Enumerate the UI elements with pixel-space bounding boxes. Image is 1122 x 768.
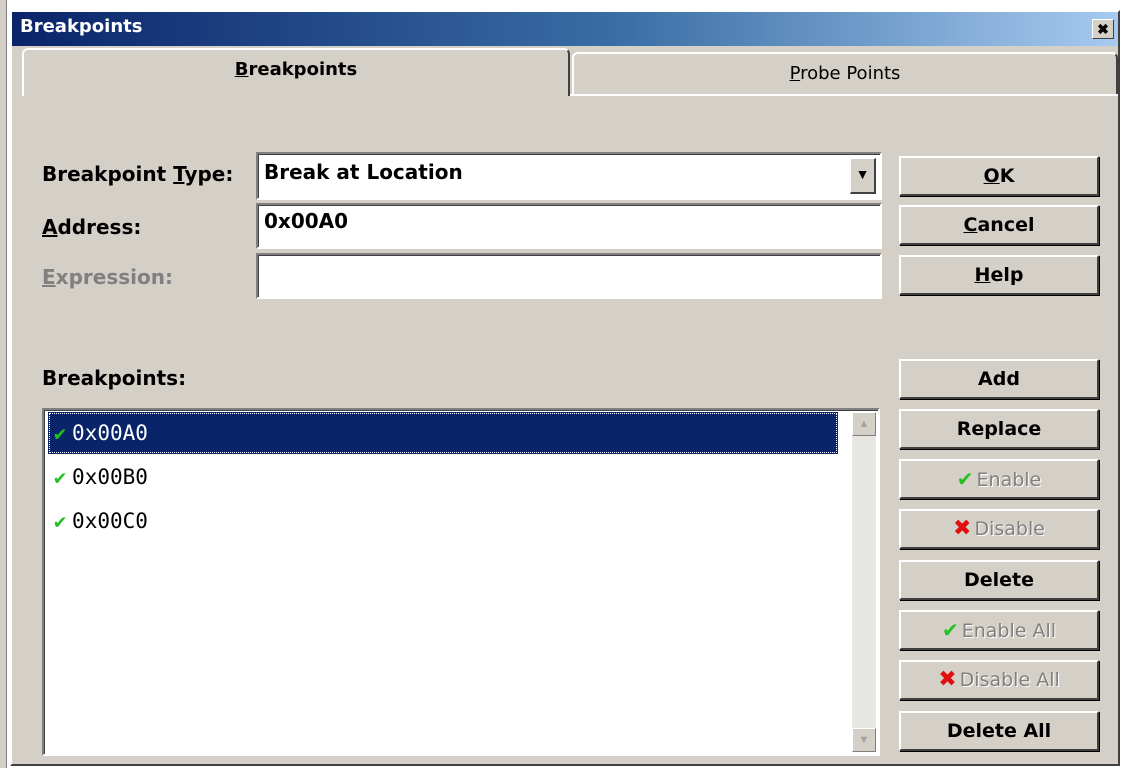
address-label-access: A xyxy=(42,215,58,239)
left-window-edge xyxy=(0,0,7,768)
breakpoint-type-label-pre: Breakpoint xyxy=(42,162,174,186)
list-item[interactable]: ✔ 0x00A0 xyxy=(48,412,838,454)
scroll-up-button[interactable]: ▲ xyxy=(852,412,876,436)
expression-label: Expression: xyxy=(42,265,173,289)
tab-probe-points-access-key: P xyxy=(789,63,801,84)
replace-button[interactable]: Replace xyxy=(899,409,1099,449)
scroll-down-icon: ▼ xyxy=(858,734,870,746)
address-input[interactable]: 0x00A0 xyxy=(256,203,882,249)
tab-breakpoints[interactable]: Breakpoints xyxy=(22,48,570,96)
cross-icon: ✖ xyxy=(938,667,957,692)
address-value: 0x00A0 xyxy=(264,209,349,233)
expression-label-access: E xyxy=(42,265,56,289)
cancel-button[interactable]: Cancel xyxy=(899,205,1099,245)
enable-button-label: Enable xyxy=(976,469,1042,491)
vertical-scrollbar[interactable]: ▲ ▼ xyxy=(852,412,876,752)
cancel-button-access-key: C xyxy=(963,214,978,236)
list-item[interactable]: ✔ 0x00C0 xyxy=(48,500,838,542)
check-icon: ✔ xyxy=(941,618,959,642)
ok-button-access-key: O xyxy=(983,165,1000,187)
address-label: Address: xyxy=(42,215,141,239)
list-item[interactable]: ✔ 0x00B0 xyxy=(48,456,838,498)
tab-probe-points-label: robe Points xyxy=(800,63,901,84)
enable-all-button-label: Enable All xyxy=(961,620,1057,642)
breakpoint-type-value: Break at Location xyxy=(264,160,463,184)
tab-probe-points[interactable]: Probe Points xyxy=(572,52,1118,96)
add-button[interactable]: Add xyxy=(899,359,1099,399)
chevron-down-icon: ▼ xyxy=(855,166,870,182)
breakpoint-address: 0x00C0 xyxy=(72,509,148,533)
breakpoint-type-select[interactable]: Break at Location ▼ xyxy=(256,152,882,200)
disable-all-button[interactable]: ✖ Disable All xyxy=(899,660,1099,700)
enable-all-button[interactable]: ✔ Enable All xyxy=(899,610,1099,650)
help-button-label: elp xyxy=(990,264,1024,286)
close-icon: ✖ xyxy=(1097,21,1109,37)
delete-all-button[interactable]: Delete All xyxy=(899,711,1099,751)
close-button[interactable]: ✖ xyxy=(1092,19,1114,39)
expression-input[interactable] xyxy=(256,253,882,299)
check-icon: ✔ xyxy=(54,421,67,445)
help-button-access-key: H xyxy=(974,264,991,286)
window-title: Breakpoints xyxy=(20,16,143,37)
disable-button[interactable]: ✖ Disable xyxy=(899,509,1099,549)
help-button[interactable]: Help xyxy=(899,255,1099,295)
ok-button[interactable]: OK xyxy=(899,156,1099,196)
breakpoints-dialog: Breakpoints ✖ Breakpoints Probe Points B… xyxy=(10,10,1120,766)
breakpoint-address: 0x00B0 xyxy=(72,465,148,489)
breakpoints-list[interactable]: ✔ 0x00A0 ✔ 0x00B0 ✔ 0x00C0 ▲ ▼ xyxy=(42,408,880,756)
check-icon: ✔ xyxy=(54,465,67,489)
check-icon: ✔ xyxy=(54,509,67,533)
breakpoint-type-label-access: T xyxy=(173,162,185,186)
check-icon: ✔ xyxy=(956,467,974,491)
cross-icon: ✖ xyxy=(953,516,972,541)
dropdown-arrow-button[interactable]: ▼ xyxy=(850,158,876,194)
tab-breakpoints-access-key: B xyxy=(234,59,249,80)
title-bar: Breakpoints ✖ xyxy=(12,12,1118,46)
address-label-post: ddress: xyxy=(57,215,142,239)
delete-button[interactable]: Delete xyxy=(899,560,1099,600)
breakpoint-type-label-post: ype: xyxy=(184,162,234,186)
breakpoint-type-label: Breakpoint Type: xyxy=(42,162,233,186)
tab-breakpoints-label: reakpoints xyxy=(248,59,358,80)
ok-button-label: K xyxy=(999,165,1015,187)
scroll-up-icon: ▲ xyxy=(858,418,870,430)
breakpoint-address: 0x00A0 xyxy=(72,421,148,445)
scroll-down-button[interactable]: ▼ xyxy=(852,728,876,752)
cancel-button-label: ancel xyxy=(977,214,1035,236)
expression-label-post: xpression: xyxy=(55,265,173,289)
disable-all-button-label: Disable All xyxy=(959,669,1060,691)
disable-button-label: Disable xyxy=(974,518,1045,540)
enable-button[interactable]: ✔ Enable xyxy=(899,459,1099,499)
breakpoints-list-label: Breakpoints: xyxy=(42,366,187,390)
